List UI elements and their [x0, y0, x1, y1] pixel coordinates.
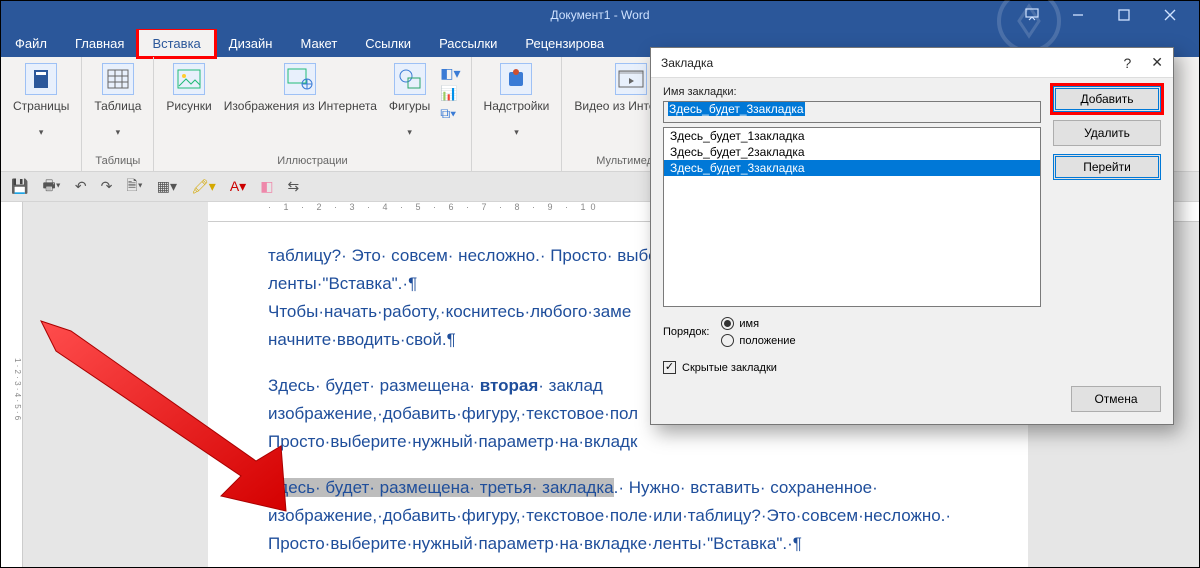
addins-button[interactable]: Надстройки	[478, 61, 556, 140]
doc-text: Просто·выберите·нужный·параметр·на·вклад…	[268, 432, 637, 451]
group-illustrations: Рисунки Изображения из Интернета Фигуры …	[154, 57, 471, 171]
bookmark-name-input[interactable]: Здесь_будет_3закладка	[663, 101, 1041, 123]
video-icon	[615, 63, 647, 95]
dialog-help-button[interactable]: ?	[1123, 55, 1131, 71]
list-item[interactable]: Здесь_будет_2закладка	[664, 144, 1040, 160]
doc-text: Здесь· будет· размещена·	[268, 376, 480, 395]
order-radio-name[interactable]: имя	[721, 317, 795, 330]
group-tables: Таблица Таблицы	[82, 57, 154, 171]
doc-text: изображение,·добавить·фигуру,·текстовое·…	[268, 506, 951, 525]
file-dropdown-icon[interactable]: 🗎▾	[126, 175, 142, 199]
tab-design[interactable]: Дизайн	[215, 29, 287, 57]
hidden-bookmarks-checkbox[interactable]: ✓ Скрытые закладки	[663, 361, 1041, 374]
doc-text: начните·вводить·свой.¶	[268, 330, 456, 349]
list-item[interactable]: Здесь_будет_1закладка	[664, 128, 1040, 144]
tab-insert[interactable]: Вставка	[138, 29, 214, 57]
doc-selection: Здесь· будет· размещена· третья· закладк…	[268, 478, 614, 497]
shapes-button[interactable]: Фигуры	[383, 61, 436, 140]
vertical-ruler: 1 · 2 · 3 · 4 · 5 · 6	[1, 202, 23, 567]
close-button[interactable]	[1147, 1, 1193, 29]
pictures-button[interactable]: Рисунки	[160, 61, 217, 129]
bookmark-name-label: Имя закладки:	[663, 86, 1041, 98]
table-quick-icon[interactable]: ▦▾	[157, 178, 177, 195]
redo-icon[interactable]: ↷	[101, 178, 113, 195]
group-addins: Надстройки	[472, 57, 563, 171]
highlight-icon[interactable]: 🖍▾	[191, 178, 216, 195]
doc-text: Просто·выберите·нужный·параметр·на·вклад…	[268, 534, 802, 553]
bookmark-list[interactable]: Здесь_будет_1закладка Здесь_будет_2закла…	[663, 127, 1041, 307]
doc-text: ленты·"Вставка".·¶	[268, 274, 417, 293]
dialog-close-button[interactable]: ✕	[1151, 54, 1163, 71]
doc-text: Чтобы·начать·работу,·коснитесь·любого·за…	[268, 302, 631, 321]
goto-button[interactable]: Перейти	[1053, 154, 1161, 180]
checkmark-icon: ✓	[663, 361, 676, 374]
eraser-icon[interactable]: ◧	[260, 178, 273, 195]
doc-text: изображение,·добавить·фигуру,·текстовое·…	[268, 404, 638, 423]
ribbon-options-icon[interactable]	[1009, 1, 1055, 29]
dialog-title: Закладка	[661, 56, 713, 70]
doc-text: .· Нужно· вставить· сохраненное·	[614, 478, 878, 497]
tab-layout[interactable]: Макет	[286, 29, 351, 57]
screenshot-icon[interactable]: ⧉▾	[440, 105, 460, 122]
table-button[interactable]: Таблица	[88, 61, 147, 140]
shapes-icon	[394, 63, 426, 95]
order-radio-position[interactable]: положение	[721, 334, 795, 347]
cancel-button[interactable]: Отмена	[1071, 386, 1161, 412]
order-label: Порядок:	[663, 326, 709, 338]
tab-review[interactable]: Рецензирова	[511, 29, 618, 57]
tab-file[interactable]: Файл	[1, 29, 61, 57]
pages-button[interactable]: Страницы	[7, 61, 75, 140]
group-pages: Страницы	[1, 57, 82, 171]
title-bar: Документ1 - Word	[1, 1, 1199, 29]
bookmark-dialog: Закладка ? ✕ Имя закладки: Здесь_будет_3…	[650, 47, 1174, 425]
addins-icon	[500, 63, 532, 95]
list-item[interactable]: Здесь_будет_3закладка	[664, 160, 1040, 176]
tab-home[interactable]: Главная	[61, 29, 138, 57]
undo-icon[interactable]: ↶	[75, 178, 87, 195]
group-label-tables: Таблицы	[88, 153, 147, 169]
font-color-icon[interactable]: A▾	[230, 178, 246, 195]
smartart-icon[interactable]: ◧▾	[440, 65, 460, 82]
delete-button[interactable]: Удалить	[1053, 120, 1161, 146]
table-icon	[102, 63, 134, 95]
group-label-illustrations: Иллюстрации	[160, 153, 464, 169]
dialog-titlebar[interactable]: Закладка ? ✕	[651, 48, 1173, 78]
pages-icon	[25, 63, 57, 95]
online-images-icon	[284, 63, 316, 95]
doc-text: · заклад	[538, 376, 603, 395]
toggle-icon[interactable]: ⇆	[287, 178, 299, 195]
save-icon[interactable]: 💾	[11, 178, 28, 195]
pictures-icon	[173, 63, 205, 95]
doc-bold: вторая	[480, 376, 538, 395]
add-button[interactable]: Добавить	[1053, 86, 1161, 112]
print-icon[interactable]: 🖶▾	[42, 175, 60, 199]
minimize-button[interactable]	[1055, 1, 1101, 29]
maximize-button[interactable]	[1101, 1, 1147, 29]
doc-text: таблицу?· Это· совсем· несложно.· Просто…	[268, 246, 658, 265]
chart-icon[interactable]: 📊	[440, 85, 460, 102]
online-images-button[interactable]: Изображения из Интернета	[218, 61, 383, 129]
tab-references[interactable]: Ссылки	[351, 29, 425, 57]
tab-mailings[interactable]: Рассылки	[425, 29, 511, 57]
